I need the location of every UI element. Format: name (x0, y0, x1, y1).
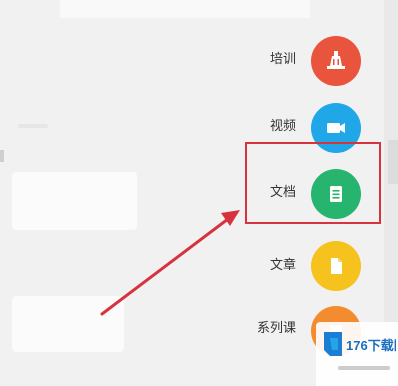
menu-label-series-course[interactable]: 系列课 (236, 321, 296, 337)
menu-label-video[interactable]: 视频 (236, 119, 296, 135)
training-icon (327, 51, 345, 69)
highlight-box (245, 142, 381, 224)
background-marker (0, 150, 4, 162)
menu-label-article[interactable]: 文章 (236, 258, 296, 274)
video-camera-icon (327, 123, 345, 133)
background-header (60, 0, 310, 18)
menu-button-training[interactable] (311, 36, 361, 86)
watermark: 176下载网 (316, 322, 398, 386)
watermark-subline (338, 366, 390, 370)
watermark-logo: 176下载网 (324, 332, 396, 356)
menu-label-training[interactable]: 培训 (236, 52, 296, 68)
background-card (12, 296, 124, 352)
menu-button-article[interactable] (311, 241, 361, 291)
article-icon (331, 258, 342, 274)
background-card (12, 172, 137, 230)
background-scroll-thumb (388, 140, 398, 184)
background-text (18, 124, 48, 128)
watermark-text: 176下载网 (346, 338, 396, 353)
